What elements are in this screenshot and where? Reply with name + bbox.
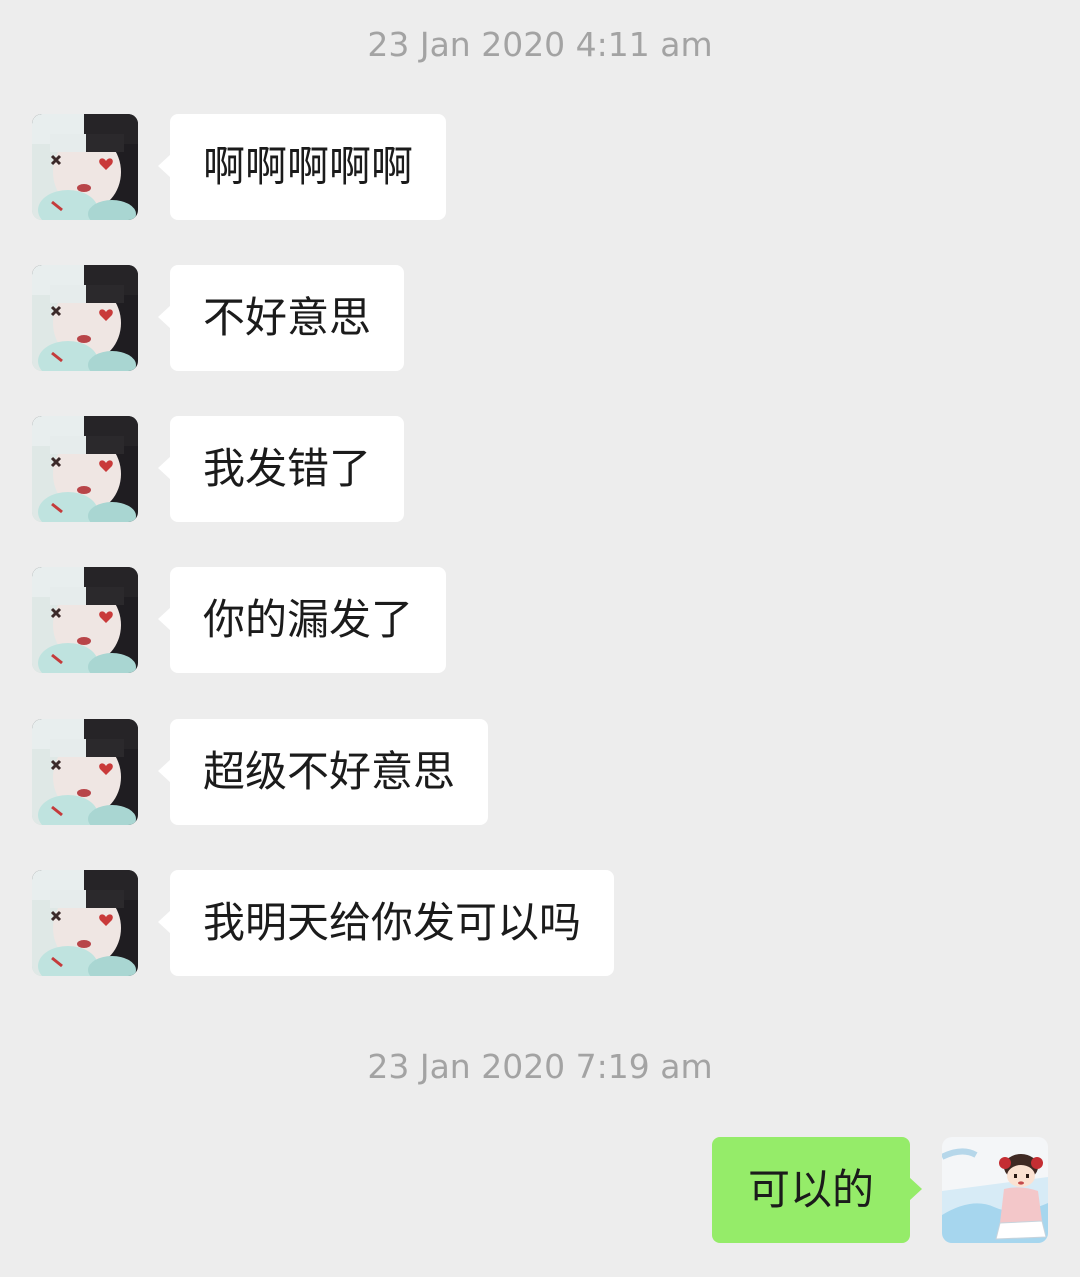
avatar-icon[interactable] <box>32 416 138 522</box>
incoming-message-bubble[interactable]: 你的漏发了 <box>157 567 447 673</box>
incoming-message-bubble[interactable]: 超级不好意思 <box>157 719 489 825</box>
incoming-message-bubble[interactable]: 我明天给你发可以吗 <box>157 870 615 976</box>
avatar-icon[interactable] <box>32 567 138 673</box>
avatar-icon[interactable] <box>32 719 138 825</box>
incoming-message-bubble[interactable]: 啊啊啊啊啊 <box>157 114 447 220</box>
incoming-message-bubble[interactable]: 我发错了 <box>157 416 405 522</box>
avatar-icon[interactable] <box>32 870 138 976</box>
outgoing-message-bubble[interactable]: 可以的 <box>712 1137 922 1243</box>
avatar-icon[interactable] <box>32 114 138 220</box>
timestamp: 23 Jan 2020 7:19 am <box>367 1047 713 1086</box>
my-avatar-icon[interactable] <box>942 1137 1048 1243</box>
incoming-message-bubble[interactable]: 不好意思 <box>157 265 405 371</box>
avatar-icon[interactable] <box>32 265 138 371</box>
timestamp: 23 Jan 2020 4:11 am <box>367 25 713 64</box>
